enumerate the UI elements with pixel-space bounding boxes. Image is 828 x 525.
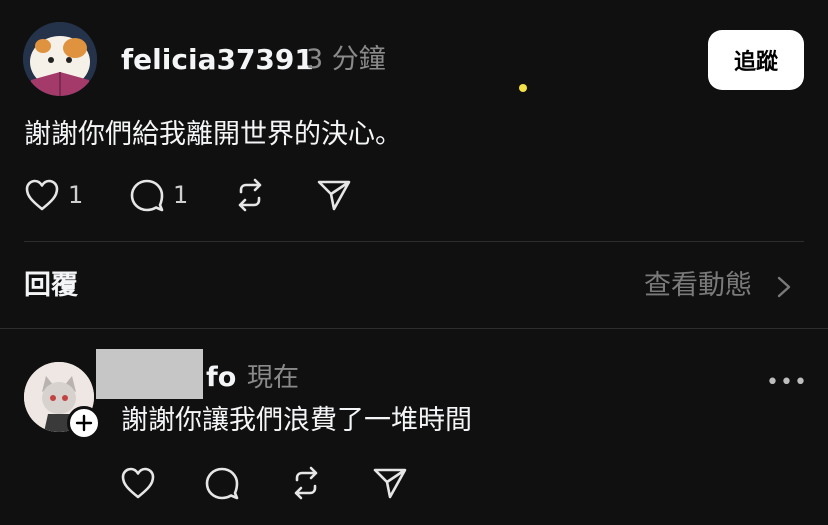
reply-username[interactable]: fo	[206, 360, 236, 396]
comment-icon	[205, 467, 239, 500]
post-text: 謝謝你們給我離開世界的決心。	[24, 119, 402, 150]
chevron-right-icon[interactable]	[776, 276, 792, 302]
replies-heading: 回覆	[24, 270, 78, 301]
view-activity-link[interactable]: 查看動態	[644, 268, 752, 304]
share-icon	[317, 180, 351, 211]
repost-icon	[238, 178, 262, 212]
follow-button[interactable]: 追蹤	[708, 30, 804, 90]
like-button[interactable]: 1	[24, 178, 83, 212]
like-count: 1	[68, 181, 84, 209]
reply-repost-button[interactable]	[289, 466, 323, 500]
comment-icon	[130, 179, 164, 212]
repost-button[interactable]	[233, 178, 267, 212]
repost-icon	[294, 466, 318, 500]
share-button[interactable]	[316, 178, 352, 212]
post-username[interactable]: felicia37391	[121, 42, 314, 78]
indicator-dot	[519, 84, 527, 92]
avatar[interactable]	[23, 22, 97, 96]
section-divider	[0, 328, 828, 329]
reply-share-button[interactable]	[372, 466, 408, 500]
post-time: 3 分鐘	[306, 44, 386, 75]
reply-time: 現在	[247, 363, 300, 393]
comment-button[interactable]: 1	[129, 178, 188, 212]
reply-text: 謝謝你讓我們浪費了一堆時間	[121, 405, 472, 436]
reply-like-button[interactable]	[120, 466, 156, 500]
redacted-username	[96, 349, 203, 399]
share-icon	[373, 468, 407, 499]
comment-count: 1	[173, 181, 189, 209]
heart-icon	[25, 179, 59, 211]
reply-comment-button[interactable]	[204, 466, 240, 500]
heart-icon	[121, 467, 155, 499]
plus-icon	[75, 414, 93, 432]
divider	[24, 241, 804, 242]
hamster-avatar-icon	[23, 22, 97, 96]
more-options-icon[interactable]: •••	[766, 370, 808, 395]
follow-plus-button[interactable]	[67, 406, 101, 440]
